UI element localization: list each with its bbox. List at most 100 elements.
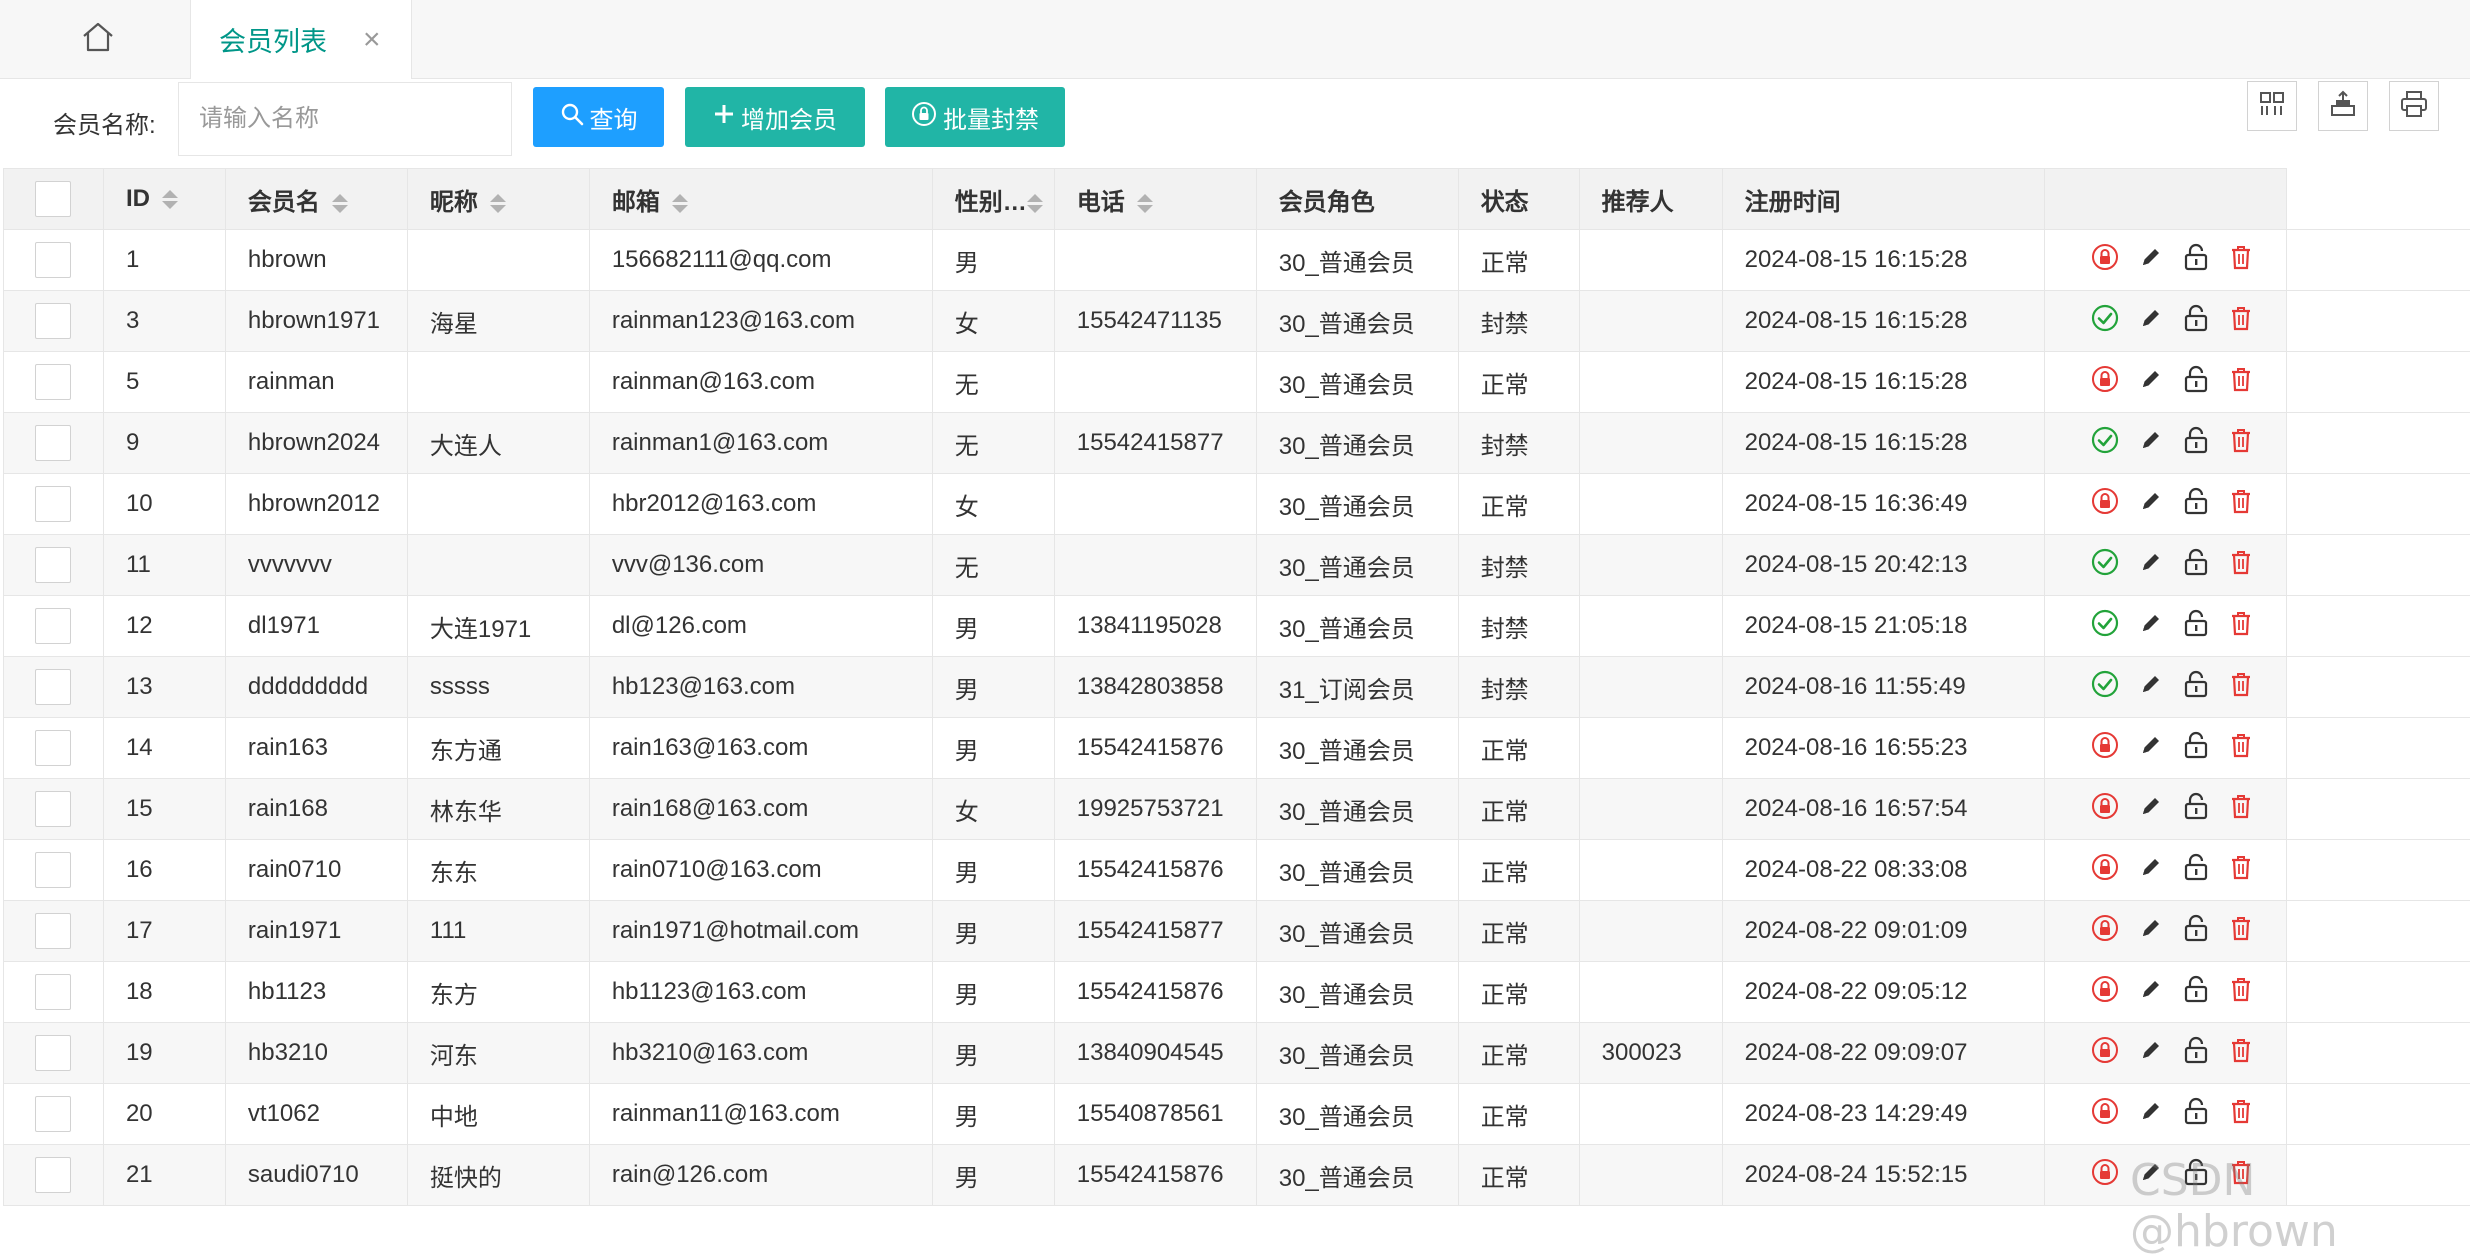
row-checkbox-cell[interactable] xyxy=(4,291,104,352)
permission-button[interactable] xyxy=(2183,426,2219,461)
edit-button[interactable] xyxy=(2139,611,2173,642)
select-all-checkbox[interactable] xyxy=(35,181,71,217)
delete-button[interactable] xyxy=(2229,488,2263,521)
edit-button[interactable] xyxy=(2139,977,2173,1008)
sort-icon[interactable] xyxy=(1027,194,1043,213)
delete-button[interactable] xyxy=(2229,1098,2263,1131)
delete-button[interactable] xyxy=(2229,732,2263,765)
row-checkbox-cell[interactable] xyxy=(4,230,104,291)
row-checkbox-cell[interactable] xyxy=(4,413,104,474)
unban-button[interactable] xyxy=(2091,609,2129,644)
ban-button[interactable] xyxy=(2091,365,2129,400)
edit-button[interactable] xyxy=(2139,489,2173,520)
ban-button[interactable] xyxy=(2091,487,2129,522)
ban-button[interactable] xyxy=(2091,914,2129,949)
close-icon[interactable]: × xyxy=(363,25,381,55)
tab-member-list[interactable]: 会员列表 × xyxy=(190,0,412,79)
row-checkbox-cell[interactable] xyxy=(4,962,104,1023)
delete-button[interactable] xyxy=(2229,1037,2263,1070)
add-member-button[interactable]: 增加会员 xyxy=(685,87,865,147)
permission-button[interactable] xyxy=(2183,975,2219,1010)
row-checkbox[interactable] xyxy=(35,242,71,278)
delete-button[interactable] xyxy=(2229,793,2263,826)
row-checkbox-cell[interactable] xyxy=(4,1023,104,1084)
ban-button[interactable] xyxy=(2091,243,2129,278)
row-checkbox-cell[interactable] xyxy=(4,535,104,596)
unban-button[interactable] xyxy=(2091,304,2129,339)
row-checkbox[interactable] xyxy=(35,547,71,583)
edit-button[interactable] xyxy=(2139,1038,2173,1069)
permission-button[interactable] xyxy=(2183,365,2219,400)
edit-button[interactable] xyxy=(2139,794,2173,825)
row-checkbox[interactable] xyxy=(35,974,71,1010)
permission-button[interactable] xyxy=(2183,853,2219,888)
row-checkbox[interactable] xyxy=(35,608,71,644)
row-checkbox[interactable] xyxy=(35,364,71,400)
ban-button[interactable] xyxy=(2091,1097,2129,1132)
sort-icon[interactable] xyxy=(490,194,506,213)
sort-icon[interactable] xyxy=(1137,194,1153,213)
row-checkbox-cell[interactable] xyxy=(4,901,104,962)
col-id[interactable]: ID xyxy=(103,169,225,230)
edit-button[interactable] xyxy=(2139,1099,2173,1130)
row-checkbox[interactable] xyxy=(35,1096,71,1132)
row-checkbox[interactable] xyxy=(35,913,71,949)
row-checkbox-cell[interactable] xyxy=(4,596,104,657)
col-email[interactable]: 邮箱 xyxy=(589,169,932,230)
ban-button[interactable] xyxy=(2091,792,2129,827)
export-button[interactable] xyxy=(2318,81,2368,131)
row-checkbox-cell[interactable] xyxy=(4,779,104,840)
sort-icon[interactable] xyxy=(332,194,348,213)
permission-button[interactable] xyxy=(2183,731,2219,766)
edit-button[interactable] xyxy=(2139,306,2173,337)
row-checkbox[interactable] xyxy=(35,730,71,766)
permission-button[interactable] xyxy=(2183,670,2219,705)
permission-button[interactable] xyxy=(2183,487,2219,522)
sort-icon[interactable] xyxy=(672,194,688,213)
row-checkbox-cell[interactable] xyxy=(4,657,104,718)
query-button[interactable]: 查询 xyxy=(533,87,664,147)
select-all-checkbox-cell[interactable] xyxy=(4,169,104,230)
edit-button[interactable] xyxy=(2139,367,2173,398)
ban-button[interactable] xyxy=(2091,975,2129,1010)
print-button[interactable] xyxy=(2389,81,2439,131)
permission-button[interactable] xyxy=(2183,243,2219,278)
edit-button[interactable] xyxy=(2139,245,2173,276)
permission-button[interactable] xyxy=(2183,304,2219,339)
row-checkbox-cell[interactable] xyxy=(4,474,104,535)
delete-button[interactable] xyxy=(2229,915,2263,948)
delete-button[interactable] xyxy=(2229,427,2263,460)
permission-button[interactable] xyxy=(2183,792,2219,827)
row-checkbox[interactable] xyxy=(35,303,71,339)
col-username[interactable]: 会员名 xyxy=(225,169,407,230)
tab-home[interactable] xyxy=(8,0,188,78)
ban-button[interactable] xyxy=(2091,1036,2129,1071)
row-checkbox-cell[interactable] xyxy=(4,352,104,413)
delete-button[interactable] xyxy=(2229,244,2263,277)
edit-button[interactable] xyxy=(2139,855,2173,886)
unban-button[interactable] xyxy=(2091,548,2129,583)
edit-button[interactable] xyxy=(2139,550,2173,581)
unban-button[interactable] xyxy=(2091,426,2129,461)
permission-button[interactable] xyxy=(2183,1036,2219,1071)
member-name-input[interactable] xyxy=(178,82,512,156)
delete-button[interactable] xyxy=(2229,305,2263,338)
permission-button[interactable] xyxy=(2183,609,2219,644)
col-nickname[interactable]: 昵称 xyxy=(407,169,589,230)
delete-button[interactable] xyxy=(2229,610,2263,643)
delete-button[interactable] xyxy=(2229,854,2263,887)
row-checkbox[interactable] xyxy=(35,1157,71,1193)
delete-button[interactable] xyxy=(2229,366,2263,399)
col-gender[interactable]: 性别… xyxy=(932,169,1054,230)
permission-button[interactable] xyxy=(2183,914,2219,949)
batch-ban-button[interactable]: 批量封禁 xyxy=(885,87,1065,147)
row-checkbox[interactable] xyxy=(35,852,71,888)
row-checkbox[interactable] xyxy=(35,486,71,522)
sort-icon[interactable] xyxy=(162,190,178,209)
edit-button[interactable] xyxy=(2139,733,2173,764)
columns-filter-button[interactable] xyxy=(2247,81,2297,131)
edit-button[interactable] xyxy=(2139,916,2173,947)
delete-button[interactable] xyxy=(2229,549,2263,582)
permission-button[interactable] xyxy=(2183,1097,2219,1132)
row-checkbox-cell[interactable] xyxy=(4,1084,104,1145)
